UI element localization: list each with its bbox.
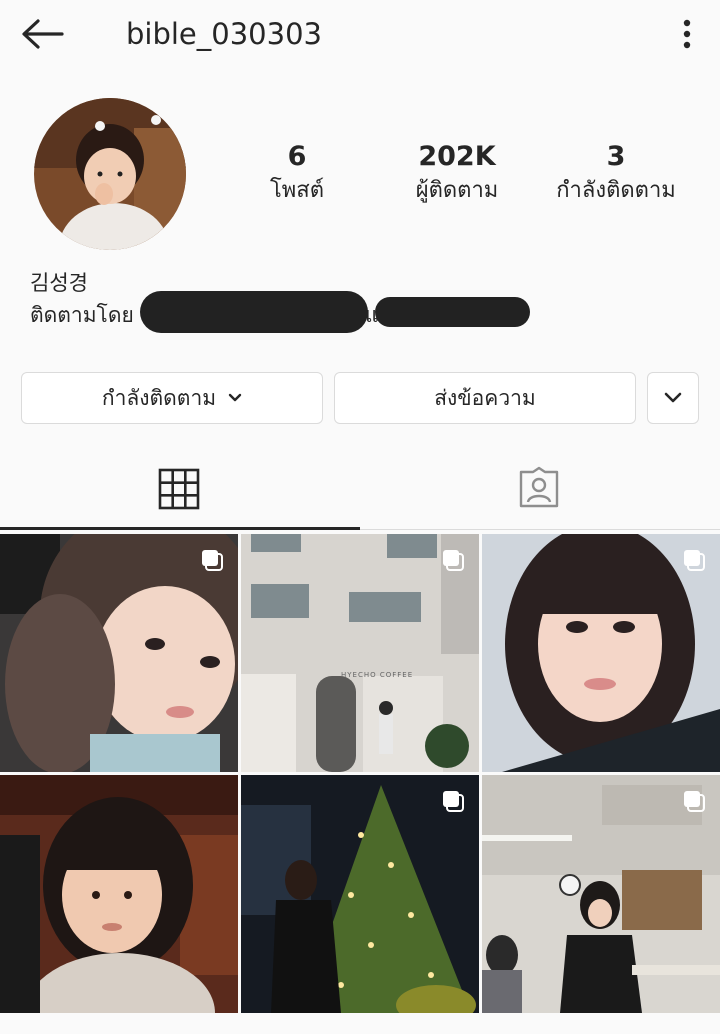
redaction-bar <box>140 291 368 333</box>
grid-icon[interactable] <box>158 468 200 510</box>
post-tile-classroom[interactable] <box>482 775 720 1013</box>
more-options-icon[interactable] <box>664 14 710 54</box>
stat-following[interactable]: 3 กำลังติดตาม <box>536 140 696 208</box>
redaction-bar <box>375 297 530 327</box>
message-button-label: ส่งข้อความ <box>434 385 536 410</box>
active-tab-indicator <box>0 527 360 530</box>
chevron-down-icon <box>664 392 682 403</box>
multiple-photos-icon <box>443 791 464 812</box>
avatar[interactable] <box>34 98 186 250</box>
following-count: 3 <box>606 141 626 172</box>
post-tile-building[interactable]: HYECHO COFFEE <box>241 534 479 772</box>
following-button[interactable]: กำลังติดตาม <box>21 372 323 424</box>
back-arrow-icon[interactable] <box>18 14 66 54</box>
multiple-photos-icon <box>684 791 705 812</box>
suggested-accounts-button[interactable] <box>647 372 699 424</box>
multiple-photos-icon <box>202 550 223 571</box>
multiple-photos-icon <box>443 550 464 571</box>
message-button[interactable]: ส่งข้อความ <box>334 372 636 424</box>
posts-count: 6 <box>287 141 307 172</box>
profile-name: 김성경 <box>30 271 88 295</box>
post-tile-child[interactable] <box>0 775 238 1013</box>
post-tile-selfie[interactable] <box>0 534 238 772</box>
following-button-label: กำลังติดตาม <box>101 385 217 410</box>
multiple-photos-icon <box>684 550 705 571</box>
stat-posts[interactable]: 6 โพสต์ <box>217 140 377 208</box>
shop-sign: HYECHO COFFEE <box>341 671 414 679</box>
followed-by-text[interactable]: ติดตามโดย <box>30 300 134 330</box>
tab-divider <box>360 529 720 530</box>
following-label: กำลังติดตาม <box>556 178 676 203</box>
posts-label: โพสต์ <box>269 178 325 203</box>
followers-count: 202K <box>418 141 496 172</box>
chevron-down-icon <box>228 393 242 402</box>
tagged-person-icon[interactable] <box>517 466 561 510</box>
stat-followers[interactable]: 202K ผู้ติดตาม <box>377 140 537 208</box>
post-tile-christmas-tree[interactable] <box>241 775 479 1013</box>
profile-tabs <box>0 448 720 532</box>
followers-label: ผู้ติดตาม <box>415 178 499 203</box>
username-title: bible_030303 <box>126 17 322 51</box>
top-bar: bible_030303 <box>0 0 720 70</box>
followed-by-prefix: ติดตามโดย <box>30 303 134 327</box>
post-tile-portrait[interactable] <box>482 534 720 772</box>
